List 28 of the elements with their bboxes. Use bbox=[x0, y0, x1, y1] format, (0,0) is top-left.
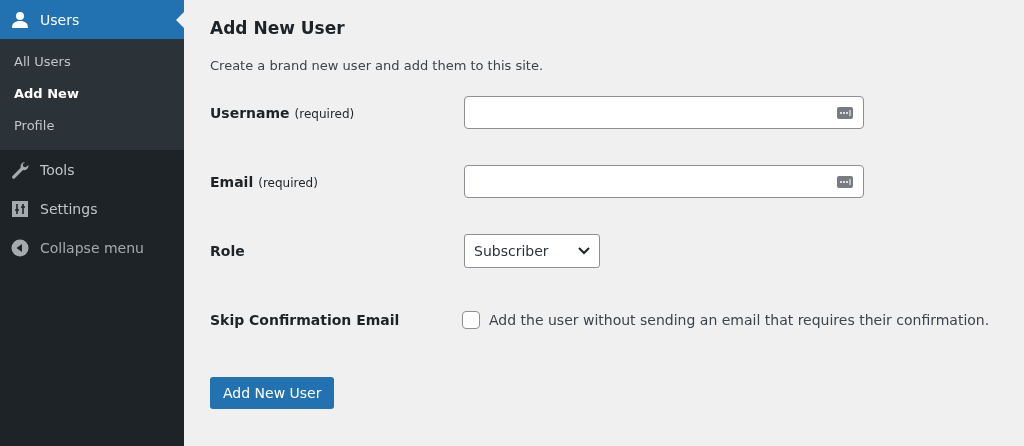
password-manager-icon[interactable] bbox=[837, 175, 853, 188]
page-description: Create a brand new user and add them to this site. bbox=[210, 58, 545, 73]
sidebar-item[interactable]: Collapse menu bbox=[0, 228, 184, 267]
field-label: Username bbox=[210, 104, 290, 121]
collapse-icon bbox=[10, 237, 30, 258]
add-new-user-button[interactable]: Add New User bbox=[210, 377, 335, 409]
field-label: Role bbox=[210, 242, 245, 259]
role-select[interactable]: Subscriber bbox=[464, 233, 600, 268]
password-manager-icon[interactable] bbox=[837, 106, 853, 119]
sidebar-item[interactable]: Users bbox=[0, 0, 184, 39]
wrench-icon bbox=[10, 159, 30, 180]
text-field[interactable] bbox=[464, 165, 864, 198]
page-title: Add New User bbox=[210, 18, 346, 38]
checkbox[interactable] bbox=[462, 310, 480, 329]
submenu-item[interactable]: Profile bbox=[0, 110, 184, 142]
sidebar-item[interactable]: Tools bbox=[0, 150, 184, 189]
required-note: (required) bbox=[258, 175, 318, 190]
text-field[interactable] bbox=[464, 96, 864, 129]
checkbox-label: Add the user without sending an email that requires their confirmation. bbox=[489, 311, 990, 328]
sidebar-item[interactable]: Settings bbox=[0, 189, 184, 228]
field-label: Skip Confirmation Email bbox=[210, 311, 400, 328]
user-icon bbox=[10, 9, 30, 30]
required-note: (required) bbox=[294, 106, 355, 121]
chevron-down-icon bbox=[577, 245, 591, 256]
submenu-item[interactable]: Add New bbox=[0, 78, 184, 110]
field-label: Email bbox=[210, 173, 254, 190]
submenu-item[interactable]: All Users bbox=[0, 46, 184, 78]
sliders-icon bbox=[10, 198, 30, 219]
